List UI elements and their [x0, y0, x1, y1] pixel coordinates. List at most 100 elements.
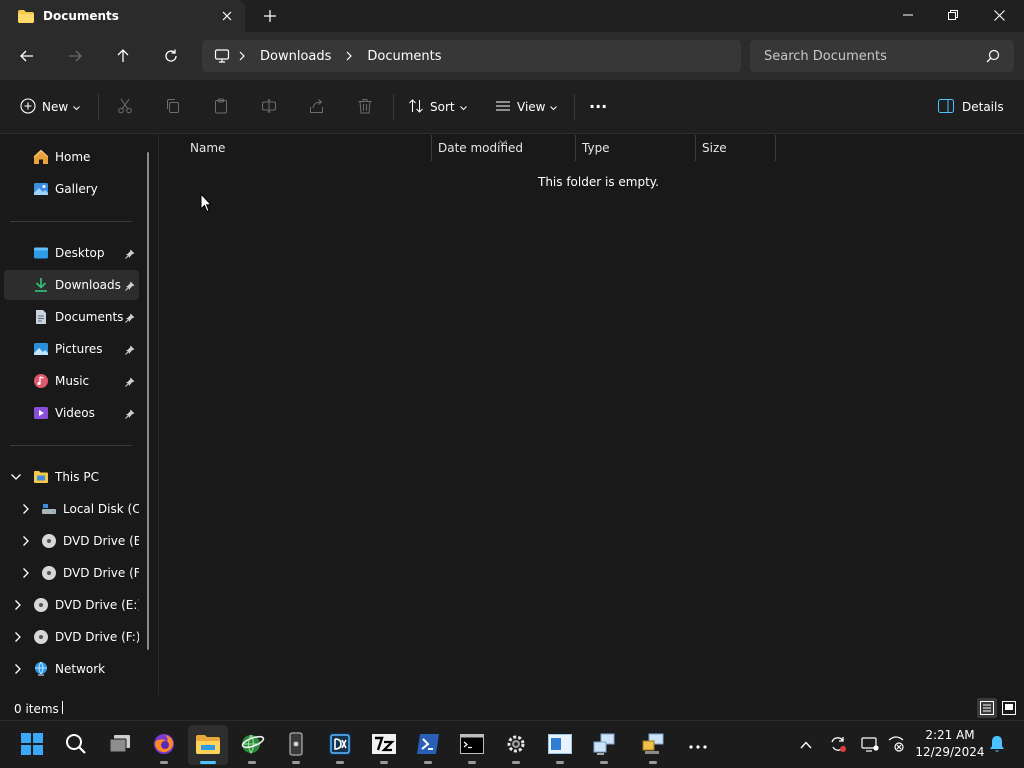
- share-button[interactable]: [309, 92, 325, 122]
- cut-button[interactable]: [117, 92, 133, 122]
- column-separator[interactable]: [431, 135, 432, 161]
- show-hidden-icons-button[interactable]: [794, 733, 818, 757]
- chevron-down-icon[interactable]: [10, 471, 22, 483]
- start-button[interactable]: [12, 725, 52, 765]
- address-bar[interactable]: Downloads Documents: [202, 40, 741, 72]
- minimize-button[interactable]: [885, 0, 931, 30]
- taskbar-7zip[interactable]: [364, 725, 404, 765]
- chevron-right-icon[interactable]: [20, 567, 32, 579]
- taskbar-powershell[interactable]: [408, 725, 448, 765]
- chevron-right-icon[interactable]: [20, 503, 32, 515]
- delete-button[interactable]: [357, 92, 373, 122]
- chevron-right-icon[interactable]: [230, 51, 254, 61]
- up-button[interactable]: [107, 40, 139, 72]
- sidebar-item-downloads[interactable]: Downloads: [4, 270, 139, 300]
- sidebar-item-desktop[interactable]: Desktop: [4, 238, 139, 268]
- sidebar-item-dvd-f-w[interactable]: DVD Drive (F:) W: [4, 622, 139, 652]
- new-tab-button[interactable]: [256, 2, 284, 30]
- details-view-button[interactable]: [977, 698, 997, 718]
- column-header-size[interactable]: Size: [702, 135, 727, 161]
- taskbar-overflow-button[interactable]: [678, 725, 718, 765]
- taskbar-app-network-computer[interactable]: [584, 725, 624, 765]
- sidebar-item-local-disk-c[interactable]: Local Disk (C:): [4, 494, 139, 524]
- tray-sync-icon[interactable]: [826, 733, 850, 757]
- sidebar-item-network[interactable]: Network: [4, 654, 139, 684]
- pin-icon[interactable]: [125, 376, 135, 387]
- sidebar-item-music[interactable]: Music: [4, 366, 139, 396]
- status-separator: [62, 701, 63, 714]
- pin-icon[interactable]: [125, 408, 135, 419]
- taskbar-app-globe[interactable]: [232, 725, 272, 765]
- taskbar-command-prompt[interactable]: [452, 725, 492, 765]
- notifications-button[interactable]: [985, 733, 1009, 757]
- column-separator[interactable]: [575, 135, 576, 161]
- column-header-type[interactable]: Type: [582, 135, 610, 161]
- chevron-right-icon[interactable]: [12, 599, 24, 611]
- column-header-name[interactable]: Name: [190, 135, 225, 161]
- sidebar-item-videos[interactable]: Videos: [4, 398, 139, 428]
- tray-display-icon[interactable]: [858, 733, 882, 757]
- item-count: 0 items: [14, 702, 59, 716]
- chevron-right-icon[interactable]: [12, 663, 24, 675]
- breadcrumb-downloads[interactable]: Downloads: [254, 49, 337, 64]
- sidebar-item-pictures[interactable]: Pictures: [4, 334, 139, 364]
- pin-icon[interactable]: [125, 344, 135, 355]
- close-window-button[interactable]: [976, 0, 1022, 30]
- copy-button[interactable]: [165, 92, 181, 122]
- sidebar-item-this-pc[interactable]: This PC: [4, 462, 139, 492]
- pin-icon[interactable]: [125, 280, 135, 291]
- column-separator[interactable]: [775, 135, 776, 161]
- column-header-date-modified[interactable]: Date modified: [438, 135, 523, 161]
- task-view-button[interactable]: [100, 725, 140, 765]
- pane-divider[interactable]: [158, 135, 159, 695]
- chevron-right-icon[interactable]: [20, 535, 32, 547]
- taskbar-app-dx[interactable]: [320, 725, 360, 765]
- taskbar-file-explorer[interactable]: [188, 725, 228, 765]
- breadcrumb-documents[interactable]: Documents: [361, 49, 447, 64]
- taskbar-settings-app[interactable]: [496, 725, 536, 765]
- paste-button[interactable]: [213, 92, 229, 122]
- remote-app-icon: [641, 732, 665, 759]
- sidebar-item-gallery[interactable]: Gallery: [4, 174, 139, 204]
- taskbar-search-button[interactable]: [56, 725, 96, 765]
- pin-icon[interactable]: [125, 312, 135, 323]
- pin-icon[interactable]: [125, 248, 135, 259]
- folder-icon: [18, 9, 34, 23]
- tiles-view-button[interactable]: [999, 698, 1019, 718]
- taskbar-app-phone[interactable]: [276, 725, 316, 765]
- chevron-down-icon: [73, 100, 81, 114]
- chevron-right-icon[interactable]: [337, 51, 361, 61]
- sidebar-item-dvd-f[interactable]: DVD Drive (F:): [4, 558, 139, 588]
- dvd-drive-icon: [33, 597, 49, 613]
- view-button[interactable]: View: [495, 92, 558, 122]
- sidebar-item-documents[interactable]: Documents: [4, 302, 139, 332]
- tray-network-icon[interactable]: [884, 733, 908, 757]
- rename-button[interactable]: [261, 92, 277, 122]
- more-options-button[interactable]: ···: [589, 92, 607, 122]
- running-indicator: [380, 761, 388, 764]
- forward-button[interactable]: [59, 40, 91, 72]
- sidebar-item-dvd-e-n[interactable]: DVD Drive (E:) N: [4, 590, 139, 620]
- refresh-button[interactable]: [155, 40, 187, 72]
- taskbar-firefox[interactable]: [144, 725, 184, 765]
- restore-button[interactable]: [930, 0, 976, 30]
- taskbar-app-window[interactable]: [540, 725, 580, 765]
- back-button[interactable]: [11, 40, 43, 72]
- sidebar-item-dvd-e[interactable]: DVD Drive (E:): [4, 526, 139, 556]
- sort-button[interactable]: Sort: [408, 92, 467, 122]
- system-clock[interactable]: 2:21 AM 12/29/2024: [914, 727, 986, 761]
- computer-icon[interactable]: [214, 48, 230, 64]
- taskbar-app-remote[interactable]: [633, 725, 673, 765]
- tab-documents[interactable]: Documents: [0, 0, 245, 32]
- file-list[interactable]: Name Date modified Type Size This folder…: [160, 135, 1024, 695]
- search-input[interactable]: Search Documents: [750, 40, 1014, 72]
- sidebar-item-home[interactable]: Home: [4, 142, 139, 172]
- search-icon[interactable]: [986, 49, 1000, 63]
- close-tab-icon[interactable]: [213, 2, 241, 30]
- sort-label: Sort: [430, 100, 455, 114]
- column-separator[interactable]: [695, 135, 696, 161]
- details-button[interactable]: Details: [938, 92, 1004, 122]
- chevron-right-icon[interactable]: [12, 631, 24, 643]
- new-button[interactable]: New: [20, 92, 81, 122]
- sidebar-scrollbar[interactable]: [147, 152, 149, 650]
